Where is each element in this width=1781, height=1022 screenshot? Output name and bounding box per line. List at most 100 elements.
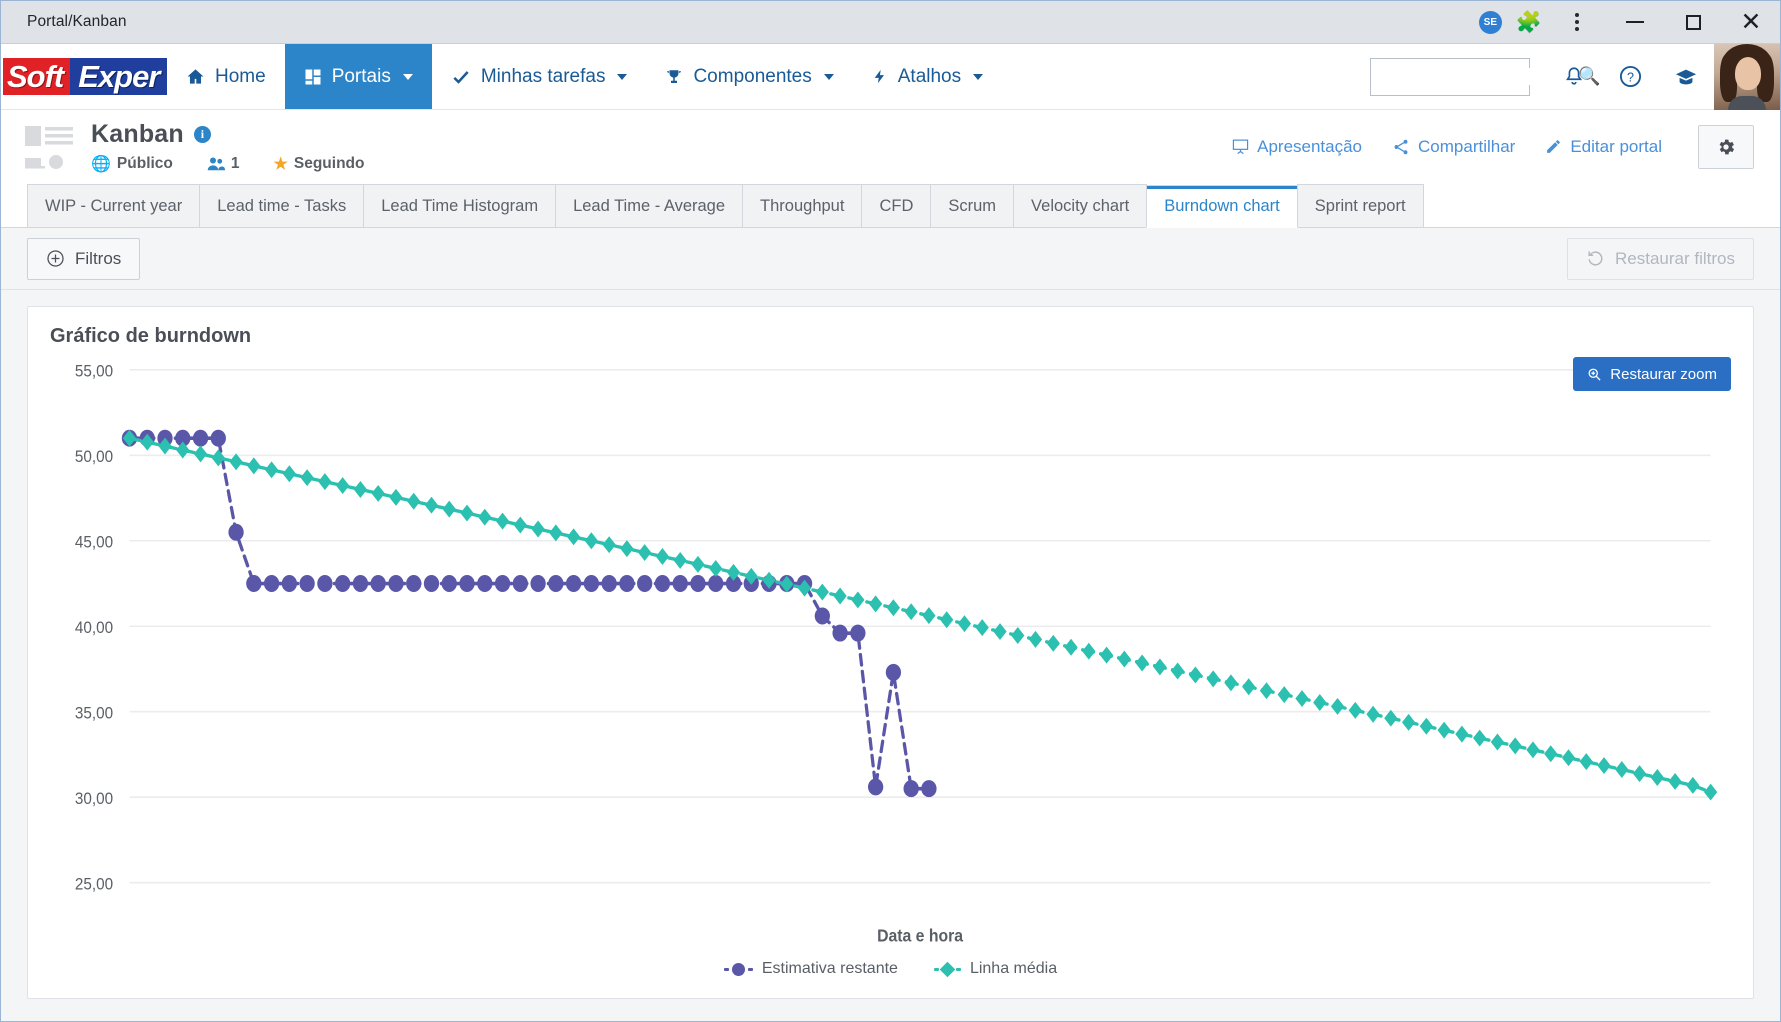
restore-zoom-button[interactable]: Restaurar zoom — [1573, 357, 1731, 391]
series-estimativa-restante[interactable] — [121, 429, 937, 798]
portal-following-label: Seguindo — [293, 154, 365, 172]
tab-lead-time-histogram[interactable]: Lead Time Histogram — [363, 184, 557, 227]
y-axis-tick-label: 55,00 — [75, 362, 113, 381]
grid-icon — [305, 69, 321, 84]
filter-toolbar: Filtros Restaurar filtros — [1, 228, 1780, 290]
tab-lead-time-tasks[interactable]: Lead time - Tasks — [199, 184, 365, 227]
y-axis-tick-label: 35,00 — [75, 704, 113, 723]
burndown-chart-svg[interactable]: 25,00 30,00 35,00 40,00 45,00 50,00 55,00 Data … — [50, 354, 1731, 964]
portal-visibility-label: Público — [116, 154, 173, 172]
chart-title: Gráfico de burndown — [50, 325, 252, 347]
tab-sprint-report[interactable]: Sprint report — [1296, 184, 1424, 227]
main-navigation: Home Portais Minhas tarefas Componentes … — [167, 44, 1002, 109]
pencil-icon — [1547, 140, 1561, 153]
bolt-icon — [874, 69, 884, 84]
chart-tabs: WIP - Current year Lead time - Tasks Lea… — [1, 183, 1780, 228]
search-box[interactable]: 🔍 — [1370, 57, 1600, 96]
nav-item-componentes[interactable]: Componentes — [646, 44, 852, 109]
portal-thumbnail-icon — [23, 124, 76, 169]
chart-legend: Estimativa restante Linha média — [50, 960, 1731, 988]
plus-circle-icon — [47, 250, 64, 267]
tab-burndown-chart[interactable]: Burndown chart — [1146, 185, 1298, 228]
edit-portal-button[interactable]: Editar portal — [1545, 137, 1662, 157]
portal-meta: 🌐 Público 1 ★ Seguindo — [91, 154, 364, 174]
avatar[interactable] — [1714, 43, 1780, 110]
logo-text-soft: Soft — [1, 56, 71, 97]
help-icon[interactable]: ? — [1602, 44, 1658, 110]
y-axis-tick-label: 30,00 — [75, 789, 113, 808]
burndown-chart-card: Gráfico de burndown Restaurar zoom 25,00… — [27, 306, 1754, 999]
portal-header: Kanban i 🌐 Público 1 ★ Seguindo Apresent… — [1, 110, 1780, 183]
browser-window: Portal/Kanban SE 🧩 ✕ Soft Exper Home Por… — [0, 0, 1781, 1022]
y-axis-tick-label: 25,00 — [75, 875, 113, 894]
header-actions: 🔍 ? — [1370, 43, 1780, 110]
globe-icon: 🌐 — [91, 155, 111, 173]
softexpert-logo[interactable]: Soft Exper — [1, 44, 170, 109]
home-icon — [187, 69, 204, 84]
presentation-label: Apresentação — [1257, 136, 1363, 156]
presentation-button[interactable]: Apresentação — [1232, 137, 1362, 157]
gear-icon[interactable] — [1698, 124, 1754, 169]
portal-members[interactable]: 1 — [207, 155, 240, 173]
nav-item-portais[interactable]: Portais — [284, 44, 432, 109]
tab-velocity-chart[interactable]: Velocity chart — [1013, 184, 1148, 227]
y-axis-tick-label: 40,00 — [75, 618, 113, 637]
nav-item-minhas-tarefas[interactable]: Minhas tarefas — [432, 44, 647, 109]
title-bar: Portal/Kanban SE 🧩 ✕ — [1, 1, 1780, 44]
nav-item-atalhos[interactable]: Atalhos — [853, 44, 1002, 109]
puzzle-icon[interactable]: 🧩 — [1516, 12, 1542, 33]
portal-following[interactable]: ★ Seguindo — [274, 154, 365, 174]
chevron-down-icon — [617, 73, 628, 80]
close-icon[interactable]: ✕ — [1722, 1, 1780, 44]
check-icon — [453, 70, 469, 84]
series-linha-media[interactable] — [122, 429, 1718, 801]
filters-label: Filtros — [75, 248, 122, 268]
tab-throughput[interactable]: Throughput — [742, 184, 863, 227]
filters-button[interactable]: Filtros — [27, 237, 141, 280]
info-icon[interactable]: i — [193, 125, 211, 143]
chevron-down-icon — [823, 73, 834, 80]
profile-badge[interactable]: SE — [1478, 10, 1502, 34]
trophy-icon — [667, 69, 682, 83]
legend-marker-purple — [723, 962, 753, 976]
page-title: Kanban — [91, 119, 184, 148]
graduation-cap-icon[interactable] — [1658, 44, 1714, 110]
restore-filters-button[interactable]: Restaurar filtros — [1567, 237, 1754, 280]
portal-visibility: 🌐 Público — [91, 154, 173, 174]
application-header: Soft Exper Home Portais Minhas tarefas C — [1, 43, 1780, 110]
nav-label-componentes: Componentes — [693, 65, 812, 87]
share-icon — [1394, 139, 1408, 154]
tab-scrum[interactable]: Scrum — [930, 184, 1015, 227]
y-axis-tick-label: 50,00 — [75, 447, 113, 466]
nav-item-home[interactable]: Home — [167, 44, 285, 109]
nav-label-portais: Portais — [331, 65, 391, 87]
share-button[interactable]: Compartilhar — [1392, 137, 1515, 157]
undo-icon — [1588, 251, 1603, 266]
tab-lead-time-average[interactable]: Lead Time - Average — [555, 184, 744, 227]
logo-text-expert: Exper — [70, 56, 170, 97]
chevron-down-icon — [973, 73, 984, 80]
minimize-icon[interactable] — [1606, 1, 1664, 44]
window-controls: SE 🧩 ✕ — [1478, 1, 1780, 44]
tab-cfd[interactable]: CFD — [861, 184, 932, 227]
window-title: Portal/Kanban — [27, 13, 127, 30]
x-axis-label: Data e hora — [877, 926, 964, 946]
bell-icon[interactable] — [1546, 44, 1602, 110]
presentation-icon — [1232, 139, 1249, 155]
chevron-down-icon — [402, 73, 413, 80]
tab-wip-current-year[interactable]: WIP - Current year — [27, 184, 201, 227]
portal-title-block: Kanban i 🌐 Público 1 ★ Seguindo — [91, 120, 364, 174]
svg-text:?: ? — [1627, 71, 1634, 85]
chart-plot-area[interactable]: 25,00 30,00 35,00 40,00 45,00 50,00 55,00 Data … — [50, 354, 1731, 964]
content-area: Gráfico de burndown Restaurar zoom 25,00… — [1, 290, 1780, 1021]
magnifier-plus-icon — [1588, 368, 1601, 381]
edit-portal-label: Editar portal — [1570, 136, 1662, 156]
y-axis-tick-label: 45,00 — [75, 533, 113, 552]
portal-members-count: 1 — [230, 154, 240, 172]
nav-label-minhas-tarefas: Minhas tarefas — [480, 65, 606, 87]
restore-filters-label: Restaurar filtros — [1615, 248, 1735, 268]
maximize-icon[interactable] — [1664, 1, 1722, 44]
kebab-menu-icon[interactable] — [1548, 1, 1606, 44]
restore-zoom-label: Restaurar zoom — [1610, 365, 1717, 383]
nav-label-atalhos: Atalhos — [897, 65, 962, 87]
